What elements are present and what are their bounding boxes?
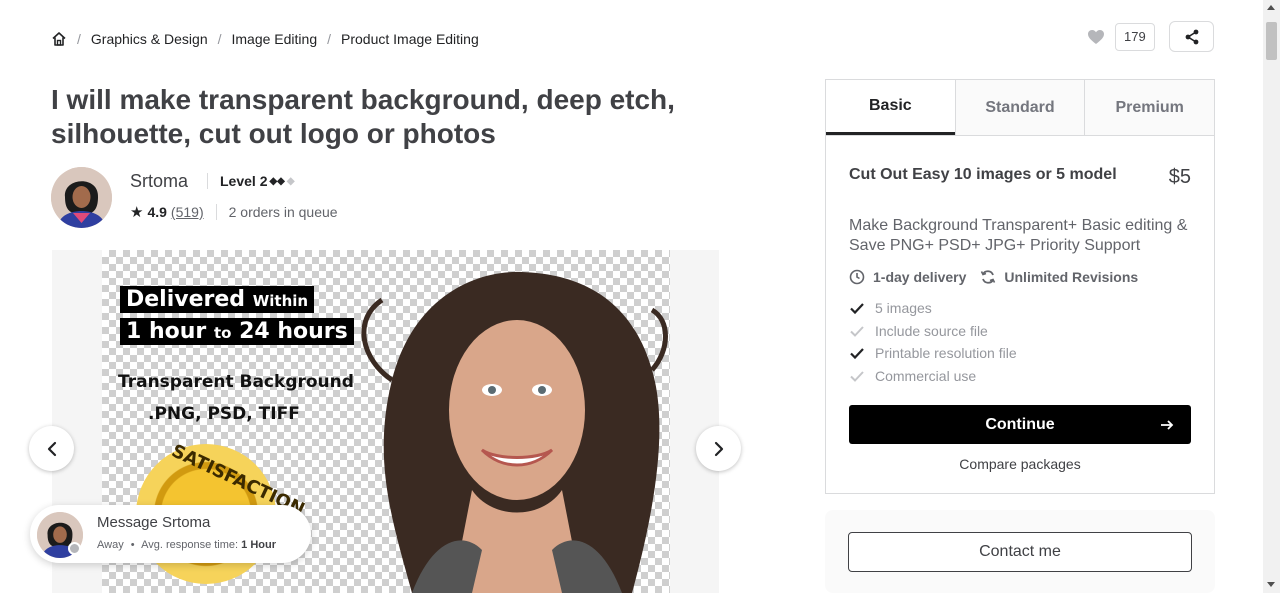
chevron-right-icon xyxy=(714,441,724,457)
scrollbar[interactable] xyxy=(1263,0,1280,593)
level-diamond-icon: ◆◆ xyxy=(269,175,285,187)
feature-list: 5 images Include source file Printable r… xyxy=(849,297,1017,387)
seller-rating: ★ 4.9 (519) 2 orders in queue xyxy=(130,203,338,221)
rating-score: 4.9 xyxy=(147,204,167,220)
breadcrumb-separator: / xyxy=(327,31,331,47)
breadcrumb-separator: / xyxy=(217,31,222,47)
share-button[interactable] xyxy=(1169,21,1214,52)
message-title: Message Srtoma xyxy=(97,514,211,531)
tab-premium[interactable]: Premium xyxy=(1084,80,1215,135)
tab-standard[interactable]: Standard xyxy=(954,80,1085,135)
arrow-right-icon xyxy=(1159,417,1175,433)
share-icon xyxy=(1184,29,1200,45)
review-count-link[interactable]: (519) xyxy=(171,204,204,220)
check-icon xyxy=(849,345,865,361)
clock-icon xyxy=(849,269,865,285)
gallery-next-button[interactable] xyxy=(696,426,741,471)
level-diamond-empty-icon: ◆ xyxy=(286,175,295,187)
breadcrumb-separator: / xyxy=(77,31,81,47)
package-description: Make Background Transparent+ Basic editi… xyxy=(849,217,1188,254)
divider xyxy=(215,204,217,220)
check-icon xyxy=(849,300,865,316)
gallery-prev-button[interactable] xyxy=(29,426,74,471)
package-header: Cut Out Easy 10 images or 5 model $5 xyxy=(849,166,1191,189)
contact-me-button[interactable]: Contact me xyxy=(848,532,1192,572)
seller-level: Level 2 ◆◆ ◆ xyxy=(207,173,295,189)
scroll-up-icon[interactable] xyxy=(1267,5,1275,10)
refresh-icon xyxy=(980,269,996,285)
star-icon: ★ xyxy=(130,204,144,221)
scroll-thumb[interactable] xyxy=(1266,22,1277,60)
contact-section: Contact me xyxy=(825,510,1215,593)
feature-item: 5 images xyxy=(849,297,1017,320)
away-status-dot xyxy=(68,542,81,555)
promo-text-formats: .PNG, PSD, TIFF xyxy=(148,404,300,424)
seller-level-label: Level 2 xyxy=(220,173,268,189)
check-icon xyxy=(849,368,865,384)
continue-button[interactable]: Continue xyxy=(849,405,1191,444)
delivery-time: 1-day delivery xyxy=(873,269,967,285)
home-icon[interactable] xyxy=(51,31,67,47)
delivery-banner-line1: Delivered Within xyxy=(120,286,315,313)
like-count: 179 xyxy=(1115,23,1155,51)
breadcrumb-image-editing[interactable]: Image Editing xyxy=(232,31,318,47)
feature-item: Include source file xyxy=(849,320,1017,343)
gig-title: I will make transparent background, deep… xyxy=(51,84,675,149)
seller-avatar[interactable] xyxy=(51,167,112,228)
heart-icon[interactable] xyxy=(1087,29,1105,45)
revisions: Unlimited Revisions xyxy=(1004,269,1139,285)
feature-item: Printable resolution file xyxy=(849,342,1017,365)
scroll-down-icon[interactable] xyxy=(1267,582,1275,587)
packages-panel: Basic Standard Premium Cut Out Easy 10 i… xyxy=(825,79,1215,494)
feature-item: Commercial use xyxy=(849,365,1017,388)
like-group: 179 xyxy=(1087,23,1155,51)
breadcrumb-graphics-design[interactable]: Graphics & Design xyxy=(91,31,208,47)
continue-label: Continue xyxy=(985,415,1055,433)
package-name: Cut Out Easy 10 images or 5 model xyxy=(849,166,1117,183)
compare-packages-link[interactable]: Compare packages xyxy=(849,456,1191,472)
delivery-info: 1-day delivery Unlimited Revisions xyxy=(849,269,1138,285)
package-tabs: Basic Standard Premium xyxy=(826,80,1215,136)
breadcrumb-product-image-editing[interactable]: Product Image Editing xyxy=(341,31,479,47)
package-price: $5 xyxy=(1168,166,1191,188)
seller-name[interactable]: Srtoma xyxy=(130,171,188,192)
orders-in-queue: 2 orders in queue xyxy=(228,204,338,220)
model-photo xyxy=(361,271,668,593)
message-seller-bubble[interactable]: Message Srtoma Away • Avg. response time… xyxy=(30,505,311,563)
chevron-left-icon xyxy=(47,441,57,457)
breadcrumb: / Graphics & Design / Image Editing / Pr… xyxy=(51,31,479,47)
delivery-banner-line2: 1 hour to 24 hours xyxy=(120,318,354,345)
tab-basic[interactable]: Basic xyxy=(826,80,955,135)
message-subtitle: Away • Avg. response time: 1 Hour xyxy=(97,539,276,551)
check-icon xyxy=(849,323,865,339)
promo-text-transparent: Transparent Background xyxy=(118,372,354,392)
